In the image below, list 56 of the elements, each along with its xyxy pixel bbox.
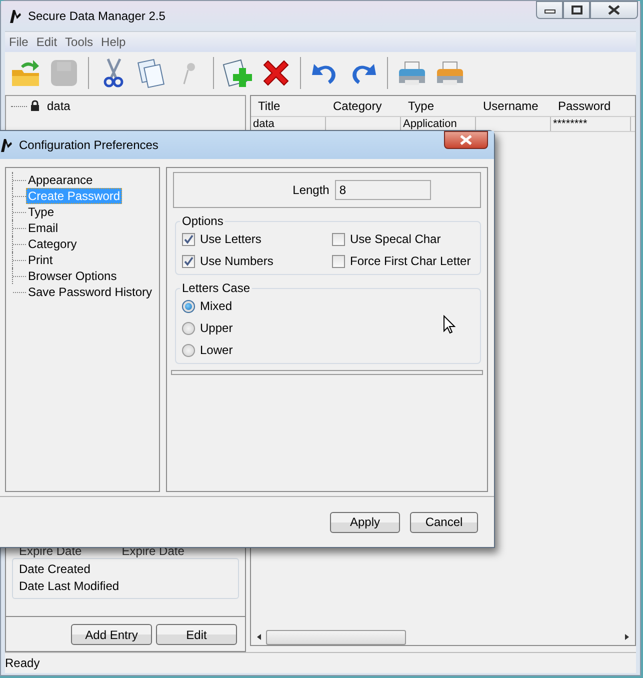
window-title: Secure Data Manager 2.5	[28, 9, 166, 23]
column-header[interactable]: Username	[480, 99, 555, 113]
field-label: Date Last Modified	[19, 579, 120, 594]
field-label: Date Created	[19, 562, 92, 577]
close-icon	[607, 5, 621, 15]
column-header[interactable]: Password	[555, 99, 635, 113]
column-header[interactable]: Category	[330, 99, 405, 113]
tree-item[interactable]: data	[43, 99, 70, 113]
tree-item[interactable]: Browser Options	[26, 268, 119, 284]
status-text: Ready	[5, 656, 40, 670]
tree-item[interactable]: Appearance	[26, 172, 95, 188]
column-header[interactable]: Title	[255, 99, 330, 113]
group-title: Letters Case	[181, 281, 252, 295]
checkbox[interactable]	[182, 232, 195, 246]
dialog-title: Configuration Preferences	[19, 138, 158, 152]
minimize-button[interactable]	[536, 1, 563, 19]
radio-button[interactable]	[182, 322, 195, 334]
dialog-button[interactable]: Apply	[330, 512, 400, 532]
mouse-pointer-icon	[443, 315, 456, 335]
close-icon	[459, 135, 473, 145]
radio-label: Upper	[200, 321, 233, 335]
tree-item[interactable]: Category	[26, 236, 79, 252]
right-arrow-icon[interactable]	[623, 633, 631, 641]
checkbox[interactable]	[332, 232, 345, 246]
table-cell: ********	[551, 117, 631, 131]
radio-button[interactable]	[182, 300, 195, 312]
checkbox-label: Use Numbers	[200, 254, 274, 268]
radio-button[interactable]	[182, 344, 195, 356]
group-title: Options	[181, 214, 224, 228]
action-button[interactable]: Add Entry	[71, 624, 152, 645]
menu-item[interactable]: Tools	[65, 35, 94, 49]
radio-label: Lower	[200, 343, 233, 357]
menu-item[interactable]: File	[9, 35, 28, 49]
close-button[interactable]	[444, 131, 488, 149]
radio-label: Mixed	[200, 299, 232, 313]
dialog-button[interactable]: Cancel	[410, 512, 478, 532]
tree-item[interactable]: Save Password History	[26, 284, 154, 300]
tree-item[interactable]: Email	[26, 220, 60, 236]
restore-icon	[570, 5, 582, 15]
checkbox-label: Use Specal Char	[350, 232, 441, 246]
menu-item[interactable]: Help	[101, 35, 126, 49]
checkbox[interactable]	[182, 254, 195, 268]
action-button[interactable]: Edit	[156, 624, 237, 645]
length-field[interactable]: 8	[335, 180, 432, 200]
lock-icon	[30, 100, 40, 112]
left-arrow-icon[interactable]	[255, 633, 263, 641]
checkbox-label: Use Letters	[200, 232, 262, 246]
maximize-button[interactable]	[563, 1, 590, 19]
tree-item[interactable]: Print	[26, 252, 55, 268]
checkbox-label: Force First Char Letter	[350, 254, 471, 268]
field-label: Length	[292, 183, 330, 197]
tree-item[interactable]: Type	[26, 204, 56, 220]
column-header[interactable]: Type	[405, 99, 480, 113]
menu-item[interactable]: Edit	[36, 35, 58, 49]
checkbox[interactable]	[332, 254, 345, 268]
close-button[interactable]	[590, 1, 638, 19]
